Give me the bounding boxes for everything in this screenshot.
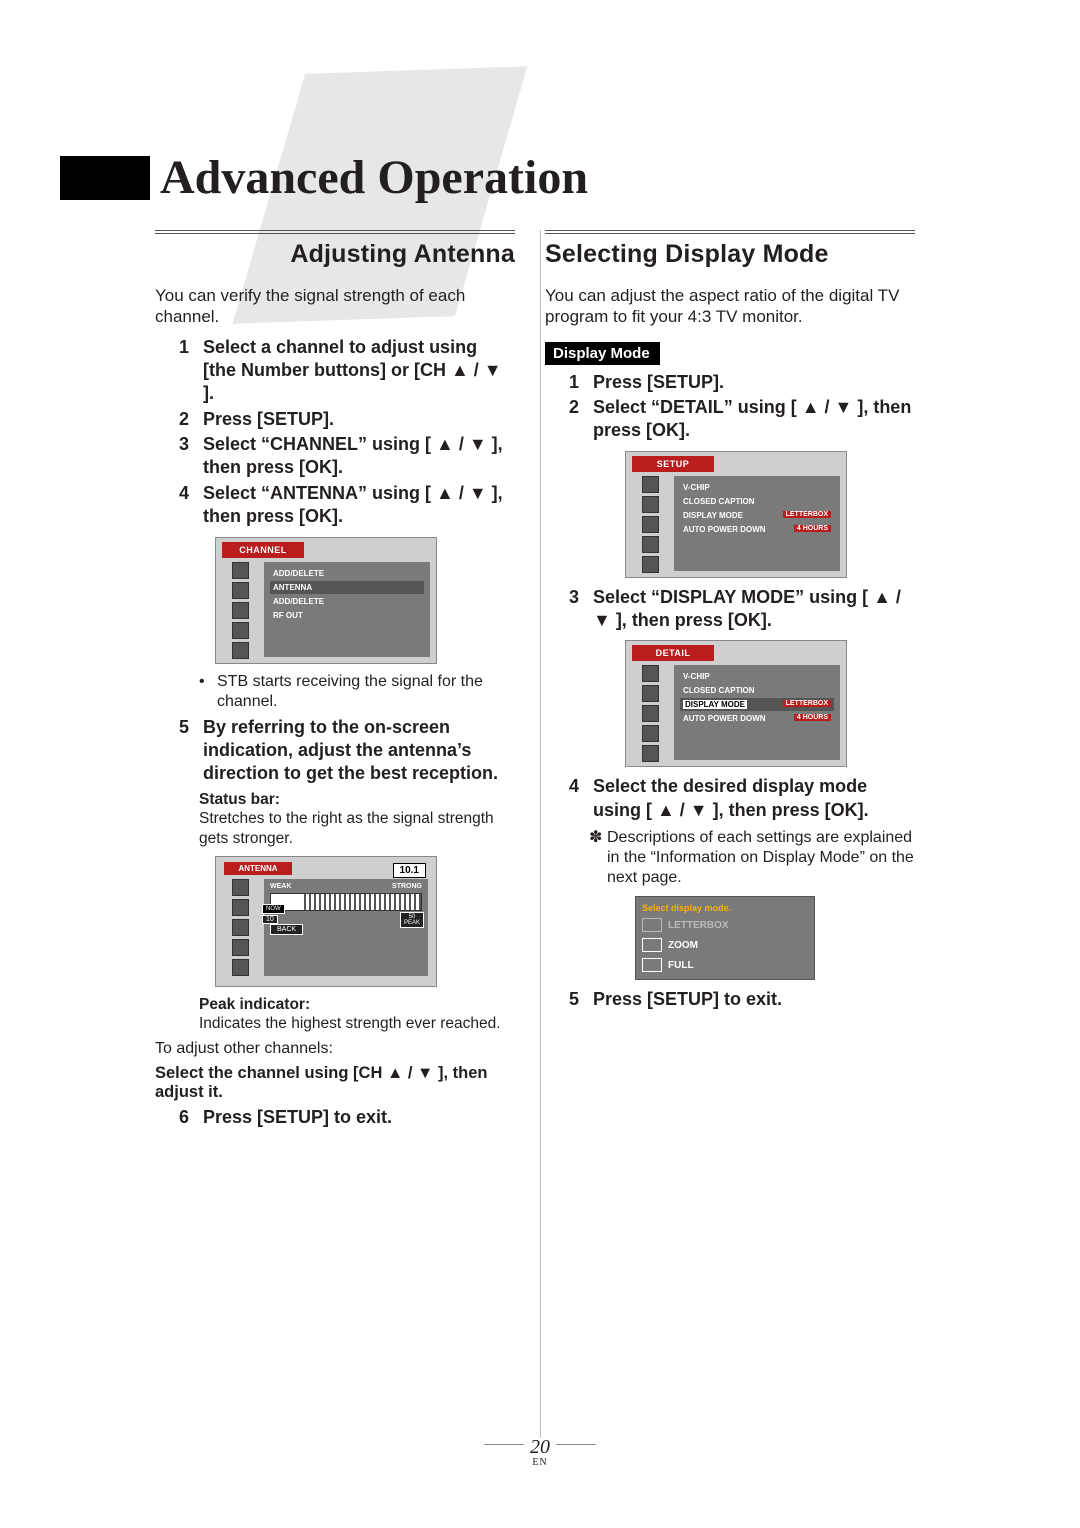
clock-icon [232, 919, 249, 936]
tv-icon [232, 879, 249, 896]
step-2: Press [SETUP]. [203, 409, 334, 429]
osd-select-title: Select display mode. [640, 901, 810, 915]
osd-setup-title: SETUP [632, 456, 714, 472]
page-footer: 20 EN [0, 1436, 1080, 1468]
osd-weak-label: WEAK [270, 883, 291, 890]
osd-back-button: BACK [270, 924, 303, 935]
osd-antenna-channel: 10.1 [393, 863, 426, 878]
doc-icon [642, 745, 659, 762]
r-step-2: Select “DETAIL” using [ ▲ / ▼ ], then pr… [593, 397, 911, 440]
osd-channel-menu-items: ADD/DELETE ANTENNA ADD/DELETE RF OUT [264, 562, 430, 657]
osd-item-cc: CLOSED CAPTION [680, 495, 834, 508]
osd-item-auto-power: AUTO POWER DOWN4 HOURS [680, 523, 834, 536]
doc-icon [232, 959, 249, 976]
r-step-1: Press [SETUP]. [593, 372, 724, 392]
osd-item-rf-out: RF OUT [270, 609, 424, 622]
osd-channel-menu: CHANNEL ADD/DELETE ANTENNA ADD/DELETE RF… [215, 537, 437, 664]
zoom-icon [642, 938, 662, 952]
r-step-4-note: ✽ Descriptions of each settings are expl… [589, 828, 915, 888]
search-icon [642, 536, 659, 553]
osd-item-add-delete: ADD/DELETE [270, 567, 424, 580]
osd-item-cc: CLOSED CAPTION [680, 684, 834, 697]
osd-strong-label: STRONG [392, 883, 422, 890]
osd-item-display-mode-sel: DISPLAY MODELETTERBOX [680, 698, 834, 711]
step-4-bullet: • STB starts receiving the signal for th… [199, 672, 515, 712]
clock-icon [232, 602, 249, 619]
antenna-icon [642, 496, 659, 513]
doc-icon [232, 642, 249, 659]
intro-right: You can adjust the aspect ratio of the d… [545, 285, 915, 328]
full-icon [642, 958, 662, 972]
osd-detail-menu: DETAIL V-CHIP CLOSED CAPTION DISPLAY MOD… [625, 640, 847, 767]
osd-display-mode-select: Select display mode. LETTERBOX ZOOM FULL [635, 896, 815, 980]
page-number: 20 [530, 1436, 550, 1458]
osd-option-letterbox: LETTERBOX [640, 915, 810, 935]
step-3: Select “CHANNEL” using [ ▲ / ▼ ], then p… [203, 434, 503, 477]
chapter-title: Advanced Operation [160, 150, 588, 205]
doc-icon [642, 556, 659, 573]
osd-detail-title: DETAIL [632, 645, 714, 661]
step-6: Press [SETUP] to exit. [203, 1107, 392, 1127]
page-lang: EN [0, 1457, 1080, 1468]
r-step-5: Press [SETUP] to exit. [593, 989, 782, 1009]
antenna-icon [232, 899, 249, 916]
search-icon [232, 622, 249, 639]
step-5: By referring to the on-screen indication… [203, 717, 498, 784]
osd-item-add-delete-2: ADD/DELETE [270, 595, 424, 608]
osd-channel-title: CHANNEL [222, 542, 304, 558]
intro-left: You can verify the signal strength of ea… [155, 285, 515, 328]
adjust-other-instruction: Select the channel using [CH ▲ / ▼ ], th… [155, 1064, 515, 1102]
tv-icon [642, 665, 659, 682]
adjust-other-intro: To adjust other channels: [155, 1040, 515, 1058]
col-adjusting-antenna: Adjusting Antenna You can verify the sig… [155, 230, 515, 1438]
letterbox-icon [642, 918, 662, 932]
antenna-icon [232, 582, 249, 599]
osd-signal-bars [270, 893, 422, 911]
osd-antenna-title: ANTENNA [224, 862, 292, 875]
osd-item-antenna: ANTENNA [270, 581, 424, 594]
tv-icon [232, 562, 249, 579]
status-bar-callout: Status bar: Stretches to the right as th… [199, 790, 515, 848]
search-icon [642, 725, 659, 742]
clock-icon [642, 705, 659, 722]
osd-item-vchip: V-CHIP [680, 670, 834, 683]
osd-peak-box: 50 PEAK [400, 912, 424, 928]
osd-side-icons [216, 558, 264, 663]
search-icon [232, 939, 249, 956]
display-mode-tag: Display Mode [545, 342, 660, 365]
osd-item-display-mode: DISPLAY MODELETTERBOX [680, 509, 834, 522]
tv-icon [642, 476, 659, 493]
clock-icon [642, 516, 659, 533]
section-title-right: Selecting Display Mode [545, 230, 915, 269]
col-selecting-display-mode: Selecting Display Mode You can adjust th… [545, 230, 915, 1438]
step-4: Select “ANTENNA” using [ ▲ / ▼ ], then p… [203, 483, 503, 526]
osd-now-label: NOW [262, 904, 285, 914]
step-1: Select a channel to adjust using [the Nu… [203, 337, 502, 404]
osd-option-full: FULL [640, 955, 810, 975]
section-title-left: Adjusting Antenna [155, 230, 515, 269]
osd-option-zoom: ZOOM [640, 935, 810, 955]
chapter-block [60, 156, 150, 200]
osd-antenna-screen: ANTENNA 10.1 WEAK STRONG [215, 856, 437, 987]
r-step-3: Select “DISPLAY MODE” using [ ▲ / ▼ ], t… [593, 587, 901, 630]
osd-item-auto-power: AUTO POWER DOWN4 HOURS [680, 712, 834, 725]
r-step-4: Select the desired display mode using [ … [593, 776, 869, 819]
osd-setup-menu: SETUP V-CHIP CLOSED CAPTION DISPLAY MODE… [625, 451, 847, 578]
osd-now-value: 10 [262, 915, 278, 924]
peak-indicator-callout: Peak indicator: Indicates the highest st… [199, 995, 515, 1034]
osd-item-vchip: V-CHIP [680, 481, 834, 494]
antenna-icon [642, 685, 659, 702]
chapter-heading: Advanced Operation [60, 150, 588, 205]
